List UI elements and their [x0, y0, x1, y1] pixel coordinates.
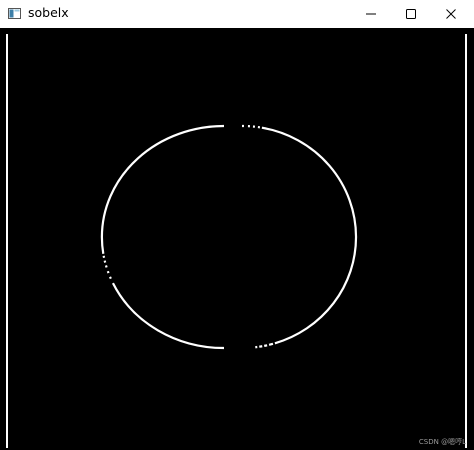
maximize-icon	[406, 9, 416, 19]
maximize-button[interactable]	[391, 0, 431, 28]
app-window-icon	[8, 8, 21, 19]
sobel-edge-image	[0, 28, 474, 450]
close-button[interactable]	[431, 0, 471, 28]
close-icon	[446, 9, 456, 19]
window-title: sobelx	[28, 5, 69, 20]
watermark-text: CSDN @嗯哼L	[418, 438, 466, 446]
minimize-button[interactable]	[351, 0, 391, 28]
title-bar[interactable]: sobelx	[0, 0, 474, 28]
image-canvas: CSDN @嗯哼L	[0, 28, 474, 450]
app-window: sobelx CSDN @嗯哼L	[0, 0, 474, 450]
minimize-icon	[366, 13, 376, 15]
